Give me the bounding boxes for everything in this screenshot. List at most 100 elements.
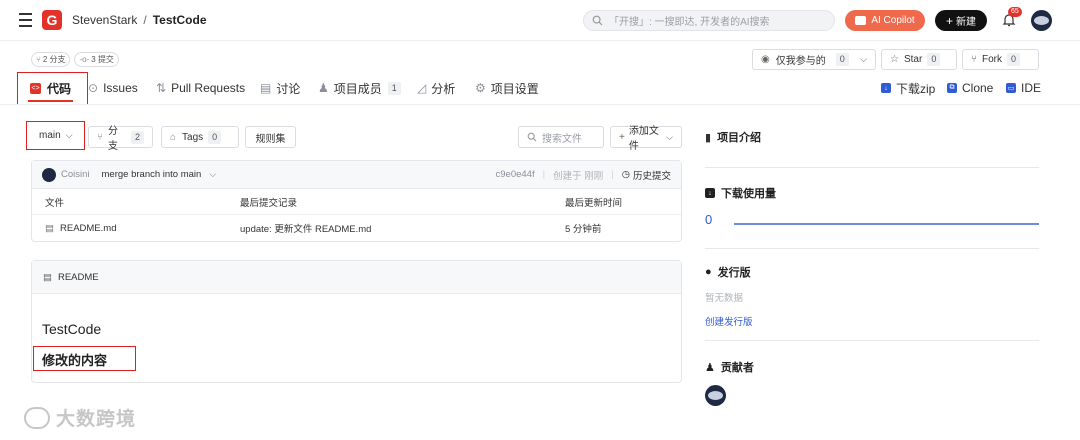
tab-discussions[interactable]: ▤ 讨论	[260, 77, 300, 99]
sidebar-divider	[705, 167, 1039, 168]
branches-count: 2	[130, 130, 144, 144]
rulesets-button[interactable]: 规则集	[245, 126, 296, 148]
commits-count-chip[interactable]: -o- 3 提交	[74, 52, 119, 67]
gitcode-logo[interactable]: G	[42, 10, 62, 30]
commit-message[interactable]: merge branch into main	[102, 169, 202, 180]
branches-count-chip[interactable]: ⑂ 2 分支	[31, 52, 71, 67]
release-icon: ●	[705, 266, 712, 278]
tags-button[interactable]: ⌂ Tags 0	[161, 126, 239, 148]
download-zip-label: 下载zip	[896, 81, 936, 96]
downloads-count: 0	[705, 212, 713, 227]
file-search-input[interactable]: 搜索文件	[518, 126, 604, 148]
releases-empty: 暂无数据	[705, 293, 744, 304]
active-tab-underline	[28, 100, 73, 102]
repo-owner-link[interactable]: StevenStark	[72, 13, 137, 27]
fork-icon: ⑂	[971, 54, 977, 65]
tab-settings-label: 项目设置	[490, 81, 539, 96]
separator: |	[611, 169, 614, 180]
sidebar-intro-title: 项目介绍	[717, 132, 762, 144]
tab-members[interactable]: ♟ 项目成员 1	[318, 77, 401, 99]
tab-code-label: 代码	[47, 81, 72, 96]
menu-icon[interactable]	[18, 13, 32, 27]
download-zip-link[interactable]: ↓ 下载zip	[881, 77, 935, 99]
new-button[interactable]: + 新建	[935, 10, 987, 31]
commit-author[interactable]: Coisini	[61, 169, 90, 180]
tab-pull-requests-label: Pull Requests	[171, 81, 246, 95]
tab-discussions-label: 讨论	[276, 81, 301, 96]
ai-copilot-button[interactable]: AI Copilot	[845, 10, 925, 31]
sidebar-contributors-title: 贡献者	[720, 362, 754, 374]
document-icon: ▮	[705, 131, 712, 144]
create-release-link[interactable]: 创建发行版	[705, 314, 753, 328]
commit-time: 创建于 刚刚	[553, 170, 604, 182]
file-commit-link[interactable]: update: 更新文件 README.md	[240, 221, 371, 235]
path-separator: /	[143, 13, 147, 27]
issues-icon: ⊙	[88, 81, 99, 95]
watch-count: 0	[835, 53, 849, 66]
sidebar-contributors: ♟ 贡献者	[705, 359, 754, 375]
fork-button[interactable]: ⑂ Fork 0	[962, 49, 1039, 70]
gear-icon: ⚙	[475, 81, 486, 95]
watermark: 大数跨境	[24, 404, 136, 431]
tag-icon: ⌂	[170, 131, 177, 143]
people-icon: ♟	[705, 361, 715, 374]
tab-settings[interactable]: ⚙ 项目设置	[475, 77, 539, 99]
commits-count-label: 3 提交	[91, 55, 114, 64]
plus-icon: +	[945, 13, 953, 28]
chevron-down-icon[interactable]: ⌵	[209, 169, 216, 180]
file-list-card: Coisini merge branch into main ⌵ c9e0e44…	[31, 160, 682, 242]
commit-hash[interactable]: c9e0e44f	[496, 169, 535, 180]
header-file: 文件	[45, 197, 65, 209]
branches-button[interactable]: ⑂ 分支 2	[88, 126, 153, 152]
watch-button[interactable]: ◉ 仅我参与的 0 ⌵	[752, 49, 876, 70]
history-icon: ◷	[621, 169, 630, 180]
repo-name-link[interactable]: TestCode	[153, 13, 207, 27]
user-avatar[interactable]	[1031, 10, 1052, 31]
watch-label: 仅我参与的	[775, 56, 826, 67]
sidebar-downloads: ↓ 下载使用量	[705, 185, 776, 201]
sidebar-releases-title: 发行版	[717, 267, 751, 279]
repo-meta: ⑂ 2 分支 -o- 3 提交	[31, 52, 119, 67]
tab-members-label: 项目成员	[333, 81, 382, 96]
new-label: 新建	[956, 17, 976, 28]
rulesets-label: 规则集	[255, 133, 286, 145]
sidebar-downloads-title: 下载使用量	[721, 188, 776, 200]
author-avatar[interactable]	[42, 167, 56, 182]
commit-icon: -o-	[79, 55, 90, 64]
file-table-header: 文件 最后提交记录 最后更新时间	[32, 189, 681, 215]
pull-request-icon: ⇅	[156, 81, 167, 95]
contributor-avatar[interactable]	[705, 385, 726, 406]
download-icon: ↓	[705, 188, 715, 198]
chat-icon: ▤	[260, 81, 272, 95]
clone-link[interactable]: ⧉ Clone	[947, 77, 993, 99]
ide-link[interactable]: ▭ IDE	[1006, 77, 1041, 99]
book-icon: ▤	[43, 271, 52, 283]
header-last-updated: 最后更新时间	[565, 197, 623, 209]
plus-icon: +	[619, 131, 625, 143]
tabs-divider	[0, 104, 1080, 105]
table-row[interactable]: ▤ README.md update: 更新文件 README.md 5 分钟前	[32, 215, 681, 241]
tab-issues[interactable]: ⊙ Issues	[88, 77, 138, 99]
ai-copilot-label: AI Copilot	[871, 15, 915, 26]
tab-analytics[interactable]: ◿ 分析	[417, 77, 455, 99]
commit-history-link[interactable]: 历史提交	[633, 168, 671, 182]
separator: |	[542, 169, 546, 180]
fork-count: 0	[1007, 53, 1021, 66]
tags-count: 0	[208, 130, 222, 144]
star-button[interactable]: ☆ Star 0	[881, 49, 957, 70]
sidebar-releases: ● 发行版	[705, 264, 751, 280]
tab-code[interactable]: <> 代码	[30, 77, 71, 99]
add-file-button[interactable]: + 添加文件 ⌵	[610, 126, 682, 152]
readme-header: ▤ README	[32, 261, 681, 294]
file-name-link[interactable]: README.md	[60, 223, 116, 234]
global-search[interactable]: 「开搜」: 一搜即达, 开发者的AI搜索	[583, 10, 835, 31]
notification-badge: 65	[1008, 7, 1022, 17]
star-count: 0	[927, 53, 941, 66]
clone-icon: ⧉	[947, 83, 957, 93]
file-icon: ▤	[45, 222, 54, 234]
add-file-label: 添加文件	[628, 126, 659, 152]
tab-pull-requests[interactable]: ⇅ Pull Requests	[156, 77, 245, 99]
notifications-button[interactable]: 65	[1000, 7, 1022, 29]
topbar-divider	[0, 40, 1080, 41]
branch-select[interactable]: main ⌵	[31, 125, 81, 146]
